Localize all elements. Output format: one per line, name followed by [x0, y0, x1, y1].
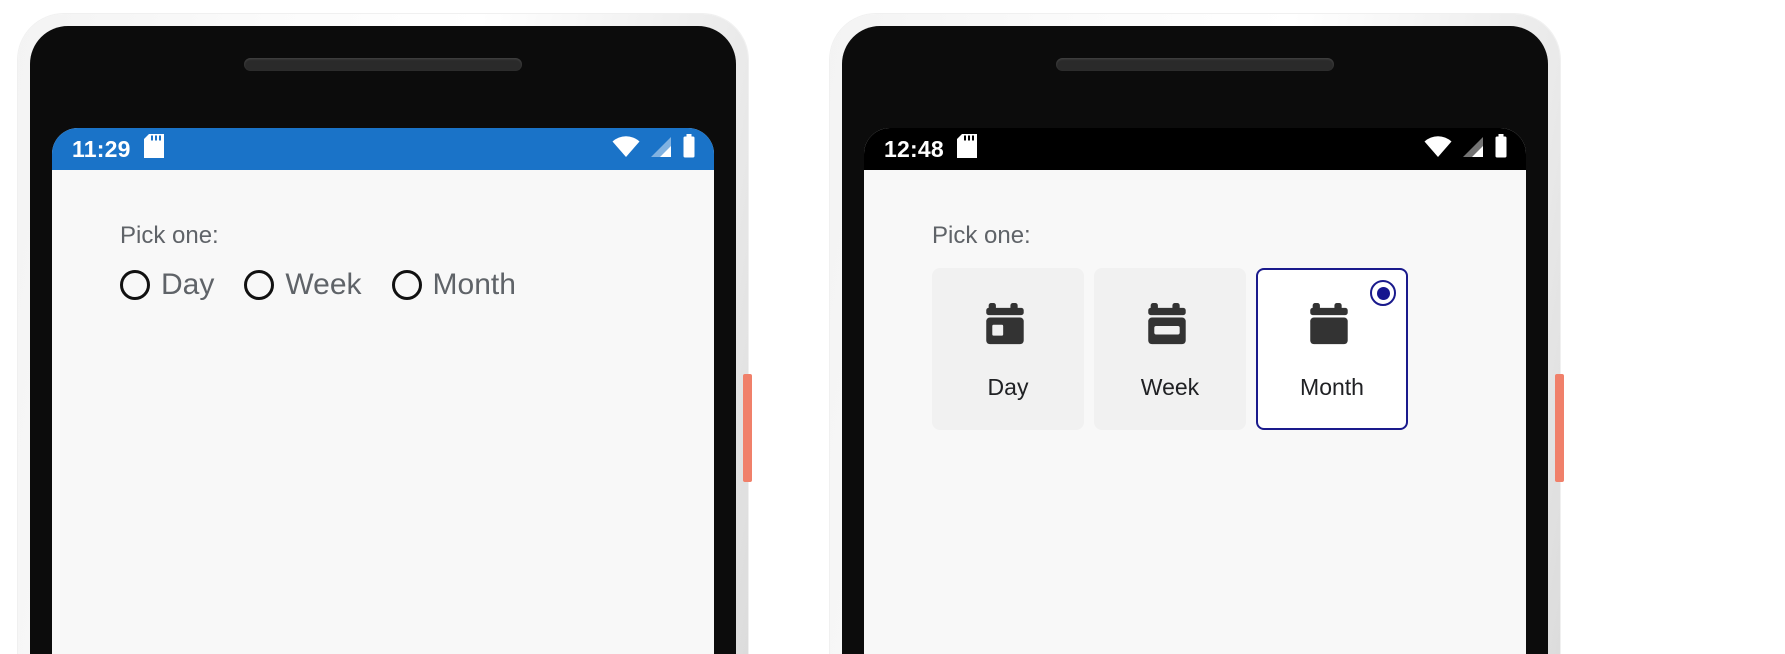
status-bar-left: 11:29	[52, 128, 714, 170]
calendar-week-icon	[1141, 297, 1199, 360]
phone-bezel: 12:48 Pick one: Day Week Month	[830, 14, 1564, 654]
pick-one-label-left: Pick one:	[120, 222, 219, 249]
radio-dot	[1376, 286, 1390, 300]
radio-circle-icon[interactable]	[391, 270, 422, 300]
status-bar-clock: 11:29	[72, 135, 131, 162]
earpiece-speaker-grille	[1056, 58, 1334, 71]
radio-label: Month	[432, 268, 516, 301]
app-viewport-left: 11:29 Pick one: Day Week Month	[52, 128, 714, 654]
card-option-day[interactable]: Day	[932, 268, 1084, 430]
status-bar-right-group	[612, 134, 696, 164]
app-content-left: Pick one: Day Week Month	[52, 170, 714, 654]
screenshot-stage: 11:29 Pick one: Day Week Month 12:48 Pic…	[0, 0, 1785, 654]
radio-label: Day	[161, 268, 215, 301]
sd-card-icon	[956, 134, 977, 164]
radio-option-week[interactable]: Week	[244, 268, 362, 302]
calendar-month-icon	[1303, 297, 1361, 360]
card-label: Week	[1140, 374, 1200, 400]
cellular-signal-icon	[649, 136, 673, 164]
card-option-month[interactable]: Month	[1256, 268, 1408, 430]
radio-selected-icon[interactable]	[1370, 280, 1396, 306]
calendar-day-icon	[979, 297, 1037, 360]
status-bar-left-group: 11:29	[72, 134, 164, 164]
status-bar-right-group	[1424, 134, 1508, 164]
status-bar-clock: 12:48	[884, 135, 944, 162]
pick-one-label-right: Pick one:	[932, 222, 1031, 249]
card-option-week[interactable]: Week	[1094, 268, 1246, 430]
radio-label: Week	[285, 268, 362, 301]
phone-screen: 12:48 Pick one: Day Week Month	[842, 26, 1548, 654]
status-bar-right: 12:48	[864, 128, 1526, 170]
radio-option-month[interactable]: Month	[391, 268, 516, 302]
card-label: Month	[1300, 374, 1364, 400]
card-selection-group: Day Week Month	[932, 268, 1526, 430]
app-viewport-right: 12:48 Pick one: Day Week Month	[864, 128, 1526, 654]
phone-screen: 11:29 Pick one: Day Week Month	[30, 26, 736, 654]
earpiece-speaker-grille	[244, 58, 522, 71]
radio-circle-icon[interactable]	[120, 270, 150, 300]
radio-group-left: Day Week Month	[120, 268, 714, 302]
wifi-icon	[1424, 136, 1452, 164]
app-content-right: Pick one: Day Week Month	[864, 170, 1526, 654]
phone-bezel: 11:29 Pick one: Day Week Month	[18, 14, 752, 654]
battery-icon	[1494, 134, 1508, 164]
status-bar-left-group: 12:48	[884, 134, 977, 164]
battery-icon	[682, 134, 696, 164]
wifi-icon	[612, 136, 640, 164]
phone-mockup-left: 11:29 Pick one: Day Week Month	[18, 14, 752, 654]
card-label: Day	[987, 374, 1029, 400]
radio-circle-icon[interactable]	[244, 270, 275, 300]
phone-mockup-right: 12:48 Pick one: Day Week Month	[830, 14, 1564, 654]
power-button[interactable]	[743, 374, 752, 482]
power-button[interactable]	[1555, 374, 1564, 482]
radio-option-day[interactable]: Day	[120, 268, 214, 302]
cellular-signal-icon	[1461, 136, 1485, 164]
sd-card-icon	[143, 134, 164, 164]
